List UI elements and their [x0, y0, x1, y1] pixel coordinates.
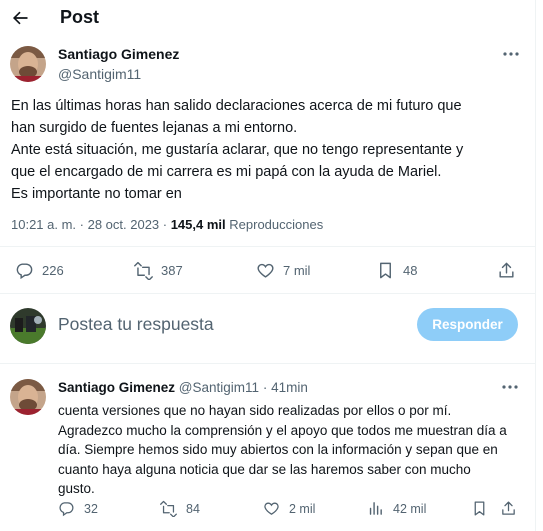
divider	[0, 293, 535, 294]
reply-author-name[interactable]: Santiago Gimenez	[58, 380, 175, 395]
bookmark-action[interactable]: 48	[376, 261, 417, 280]
current-user-avatar[interactable]	[10, 308, 46, 344]
retweet-count: 84	[186, 501, 200, 516]
reply-header: Santiago Gimenez @Santigim11 · 41min	[58, 380, 308, 395]
analytics-icon	[369, 502, 382, 515]
views-action[interactable]: 42 mil	[367, 500, 426, 517]
reply-author-avatar[interactable]	[10, 379, 46, 415]
author-name[interactable]: Santiago Gimenez	[58, 46, 179, 62]
top-bar: Post	[0, 0, 535, 38]
reply-action[interactable]: 32	[58, 500, 98, 517]
author-handle[interactable]: @Santigim11	[58, 66, 141, 82]
page-title: Post	[60, 7, 100, 27]
back-arrow-icon[interactable]	[10, 8, 30, 28]
reply-input[interactable]: Postea tu respuesta	[58, 314, 214, 335]
reply-count: 32	[84, 501, 98, 516]
divider	[0, 363, 535, 364]
like-count: 2 mil	[289, 501, 316, 516]
tweet-timestamp[interactable]: 10:21 a. m. · 28 oct. 2023 ·	[11, 217, 171, 232]
heart-icon	[257, 263, 274, 278]
tweet-meta: 10:21 a. m. · 28 oct. 2023 · 145,4 mil R…	[11, 217, 323, 232]
reply-button[interactable]: Responder	[417, 308, 518, 341]
reply-time[interactable]: 41min	[271, 380, 308, 395]
views-count: 42 mil	[393, 501, 427, 516]
post-detail-column: Post Santiago Gimenez @Santigim11 En las…	[0, 0, 536, 531]
retweet-icon	[160, 500, 177, 517]
views-count: 145,4 mil	[170, 217, 226, 232]
retweet-count: 387	[161, 263, 183, 278]
retweet-action[interactable]: 84	[160, 500, 200, 517]
heart-icon	[264, 502, 279, 515]
reply-text: cuenta versiones que no hayan sido reali…	[58, 403, 507, 496]
reply-icon	[16, 263, 33, 280]
more-options-icon[interactable]	[501, 384, 519, 390]
like-action[interactable]: 7 mil	[256, 261, 310, 280]
share-icon[interactable]	[497, 261, 516, 280]
reply-icon	[59, 502, 74, 517]
bookmark-icon[interactable]	[471, 500, 488, 517]
share-icon[interactable]	[500, 500, 517, 517]
author-avatar[interactable]	[10, 46, 46, 82]
tweet-text: En las últimas horas han salido declarac…	[11, 98, 464, 202]
reply-author-handle[interactable]: @Santigim11	[179, 380, 259, 395]
like-count: 7 mil	[283, 263, 311, 278]
retweet-action[interactable]: 387	[134, 261, 183, 280]
reply-action[interactable]: 226	[15, 261, 64, 280]
views-label: Reproducciones	[229, 217, 324, 232]
divider	[0, 246, 535, 247]
like-action[interactable]: 2 mil	[263, 500, 315, 517]
more-options-icon[interactable]	[502, 51, 520, 57]
reply-count: 226	[42, 263, 64, 278]
bookmark-count: 48	[403, 263, 418, 278]
retweet-icon	[134, 261, 153, 280]
bookmark-icon	[380, 262, 391, 279]
separator: ·	[262, 380, 268, 395]
